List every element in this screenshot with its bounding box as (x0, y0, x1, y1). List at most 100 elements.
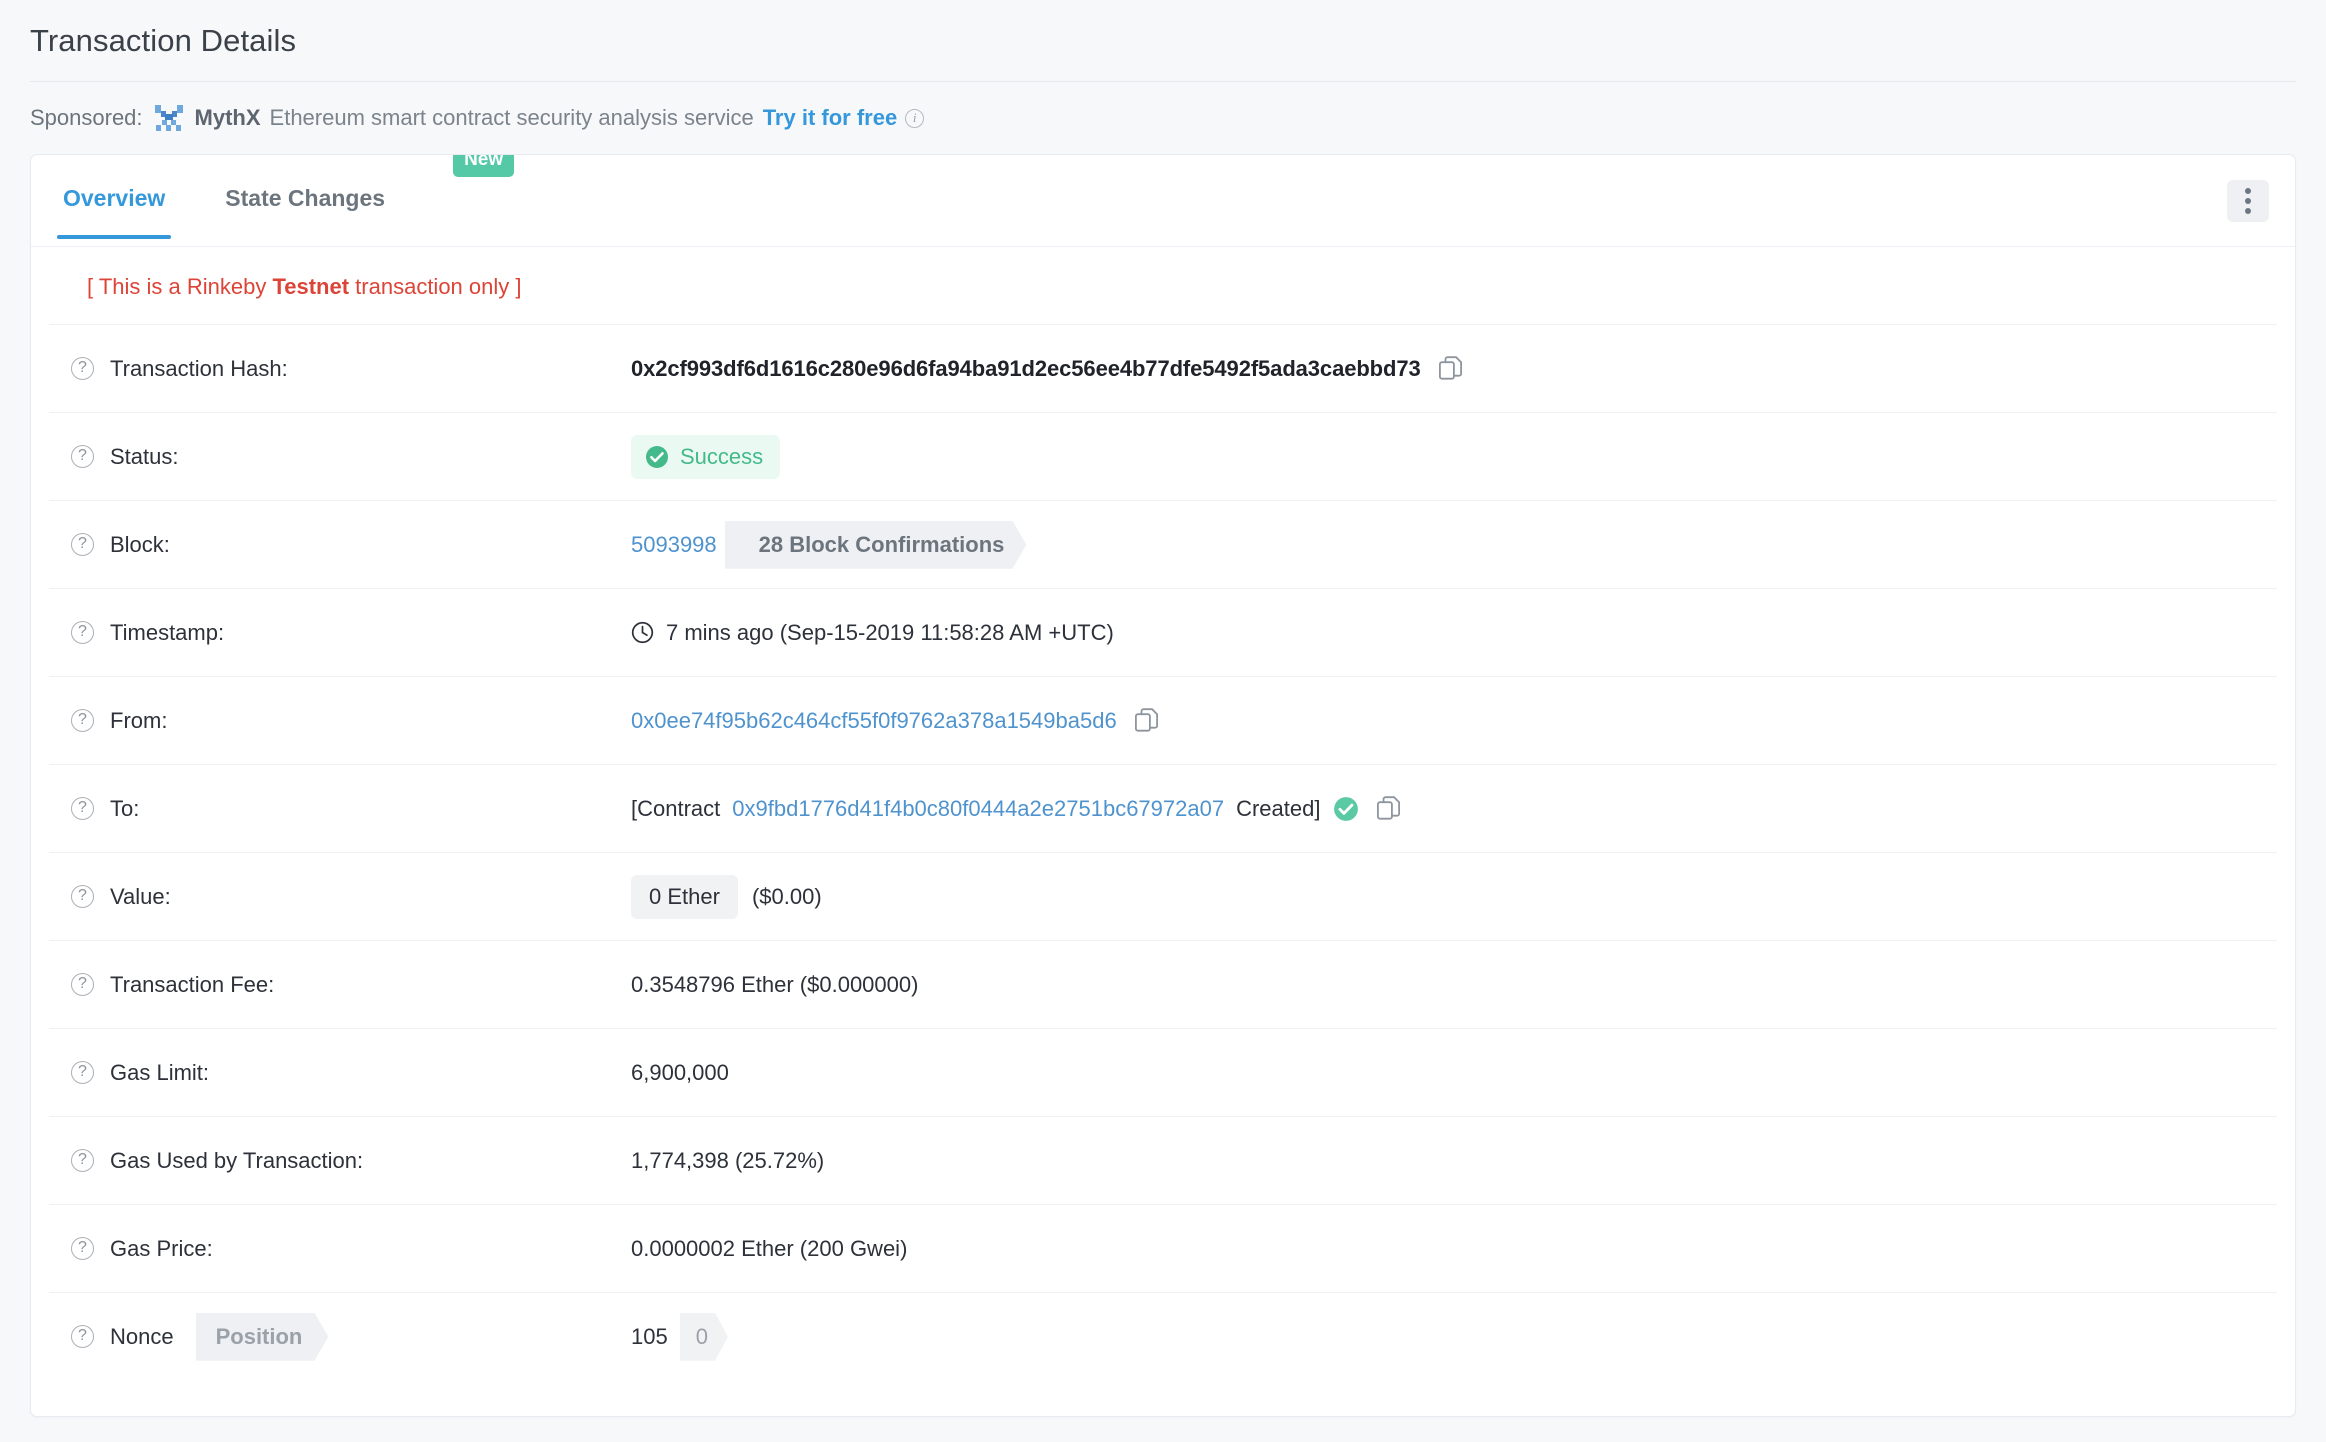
gas-limit-value: 6,900,000 (631, 1060, 729, 1086)
row-label-wrapper: ? Value: (71, 884, 631, 910)
sponsored-label: Sponsored: (30, 107, 143, 129)
kebab-dot (2245, 208, 2251, 214)
row-gas-price: ? Gas Price: 0.0000002 Ether (200 Gwei) (49, 1204, 2277, 1292)
block-label: Block: (110, 532, 170, 558)
nonce-label: Nonce (110, 1324, 174, 1350)
try-it-for-free-link[interactable]: Try it for free (763, 107, 897, 129)
kebab-dot (2245, 198, 2251, 204)
transaction-hash-value-wrapper: 0x2cf993df6d1616c280e96d6fa94ba91d2ec56e… (631, 356, 1463, 382)
status-text: Success (680, 444, 763, 470)
position-badge: Position (196, 1313, 329, 1361)
help-question-icon[interactable]: ? (71, 1061, 94, 1084)
block-number-link[interactable]: 5093998 (631, 532, 717, 558)
mythx-logo-icon (154, 104, 184, 132)
gas-price-label: Gas Price: (110, 1236, 213, 1262)
status-label: Status: (110, 444, 178, 470)
block-value-wrapper: 5093998 28 Block Confirmations (631, 521, 1026, 569)
help-question-icon[interactable]: ? (71, 1325, 94, 1348)
gas-used-value-wrapper: 1,774,398 (25.72%) (631, 1148, 824, 1174)
row-gas-used: ? Gas Used by Transaction: 1,774,398 (25… (49, 1116, 2277, 1204)
row-gas-limit: ? Gas Limit: 6,900,000 (49, 1028, 2277, 1116)
gas-used-label: Gas Used by Transaction: (110, 1148, 363, 1174)
transaction-fee-value-wrapper: 0.3548796 Ether ($0.000000) (631, 972, 918, 998)
gas-price-value: 0.0000002 Ether (200 Gwei) (631, 1236, 907, 1262)
tab-bar: Overview State Changes New (31, 155, 2295, 247)
tab-overview[interactable]: Overview (57, 155, 171, 238)
transaction-card: Overview State Changes New [ This is a R… (30, 154, 2296, 1417)
value-value-wrapper: 0 Ether ($0.00) (631, 875, 822, 919)
row-status: ? Status: Success (49, 412, 2277, 500)
to-value-wrapper: [Contract 0x9fbd1776d41f4b0c80f0444a2e27… (631, 796, 1401, 822)
help-question-icon[interactable]: ? (71, 445, 94, 468)
kebab-dot (2245, 188, 2251, 194)
sponsored-description: Ethereum smart contract security analysi… (270, 107, 754, 129)
info-circle-icon[interactable]: i (905, 109, 924, 128)
transaction-fee-value: 0.3548796 Ether ($0.000000) (631, 972, 918, 998)
to-label: To: (110, 796, 139, 822)
timestamp-value: 7 mins ago (Sep-15-2019 11:58:28 AM +UTC… (666, 620, 1114, 646)
detail-rows: ? Transaction Hash: 0x2cf993df6d1616c280… (31, 324, 2295, 1380)
copy-icon[interactable] (1439, 356, 1463, 382)
position-value-badge: 0 (680, 1313, 728, 1361)
status-value-wrapper: Success (631, 435, 780, 479)
row-label-wrapper: ? Nonce Position (71, 1313, 631, 1361)
help-question-icon[interactable]: ? (71, 797, 94, 820)
row-label-wrapper: ? Gas Limit: (71, 1060, 631, 1086)
to-contract-suffix: Created] (1236, 796, 1320, 822)
row-from: ? From: 0x0ee74f95b62c464cf55f0f9762a378… (49, 676, 2277, 764)
help-question-icon[interactable]: ? (71, 1237, 94, 1260)
testnet-notice: [ This is a Rinkeby Testnet transaction … (31, 247, 2295, 324)
help-question-icon[interactable]: ? (71, 1149, 94, 1172)
tab-state-changes[interactable]: State Changes (219, 155, 391, 238)
copy-icon[interactable] (1135, 708, 1159, 734)
sponsored-bar: Sponsored: MythX Ethereum smart contract… (0, 82, 2326, 154)
row-timestamp: ? Timestamp: 7 mins ago (Sep-15-2019 11:… (49, 588, 2277, 676)
testnet-notice-suffix: transaction only ] (349, 274, 521, 299)
transaction-hash-value: 0x2cf993df6d1616c280e96d6fa94ba91d2ec56e… (631, 356, 1421, 382)
row-label-wrapper: ? Transaction Hash: (71, 356, 631, 382)
testnet-notice-emphasis: Testnet (272, 274, 349, 299)
new-badge: New (453, 154, 514, 177)
tab-state-changes-wrapper: State Changes New (219, 155, 514, 238)
kebab-menu-icon[interactable] (2227, 180, 2269, 222)
help-question-icon[interactable]: ? (71, 885, 94, 908)
testnet-notice-prefix: [ This is a Rinkeby (87, 274, 272, 299)
row-transaction-hash: ? Transaction Hash: 0x2cf993df6d1616c280… (49, 324, 2277, 412)
help-question-icon[interactable]: ? (71, 357, 94, 380)
row-label-wrapper: ? Gas Price: (71, 1236, 631, 1262)
row-label-wrapper: ? Transaction Fee: (71, 972, 631, 998)
row-value: ? Value: 0 Ether ($0.00) (49, 852, 2277, 940)
transaction-hash-label: Transaction Hash: (110, 356, 288, 382)
verified-check-icon (1333, 796, 1359, 822)
row-transaction-fee: ? Transaction Fee: 0.3548796 Ether ($0.0… (49, 940, 2277, 1028)
help-question-icon[interactable]: ? (71, 621, 94, 644)
row-label-wrapper: ? Gas Used by Transaction: (71, 1148, 631, 1174)
value-fiat: ($0.00) (752, 884, 822, 910)
nonce-value: 105 (631, 1324, 668, 1350)
timestamp-label: Timestamp: (110, 620, 224, 646)
gas-limit-label: Gas Limit: (110, 1060, 209, 1086)
copy-icon[interactable] (1377, 796, 1401, 822)
row-block: ? Block: 5093998 28 Block Confirmations (49, 500, 2277, 588)
nonce-value-wrapper: 105 0 (631, 1313, 728, 1361)
row-nonce: ? Nonce Position 105 0 (49, 1292, 2277, 1380)
to-contract-prefix: [Contract (631, 796, 720, 822)
from-label: From: (110, 708, 167, 734)
row-to: ? To: [Contract 0x9fbd1776d41f4b0c80f044… (49, 764, 2277, 852)
help-question-icon[interactable]: ? (71, 973, 94, 996)
check-circle-icon (645, 445, 669, 469)
page-title: Transaction Details (30, 22, 2326, 59)
status-badge: Success (631, 435, 780, 479)
page-header: Transaction Details (0, 0, 2326, 59)
from-address-link[interactable]: 0x0ee74f95b62c464cf55f0f9762a378a1549ba5… (631, 708, 1117, 734)
row-label-wrapper: ? Timestamp: (71, 620, 631, 646)
contract-address-link[interactable]: 0x9fbd1776d41f4b0c80f0444a2e2751bc67972a… (732, 796, 1224, 822)
gas-used-value: 1,774,398 (25.72%) (631, 1148, 824, 1174)
help-question-icon[interactable]: ? (71, 533, 94, 556)
clock-icon (631, 621, 654, 644)
gas-price-value-wrapper: 0.0000002 Ether (200 Gwei) (631, 1236, 907, 1262)
help-question-icon[interactable]: ? (71, 709, 94, 732)
gas-limit-value-wrapper: 6,900,000 (631, 1060, 729, 1086)
transaction-fee-label: Transaction Fee: (110, 972, 274, 998)
value-label: Value: (110, 884, 171, 910)
